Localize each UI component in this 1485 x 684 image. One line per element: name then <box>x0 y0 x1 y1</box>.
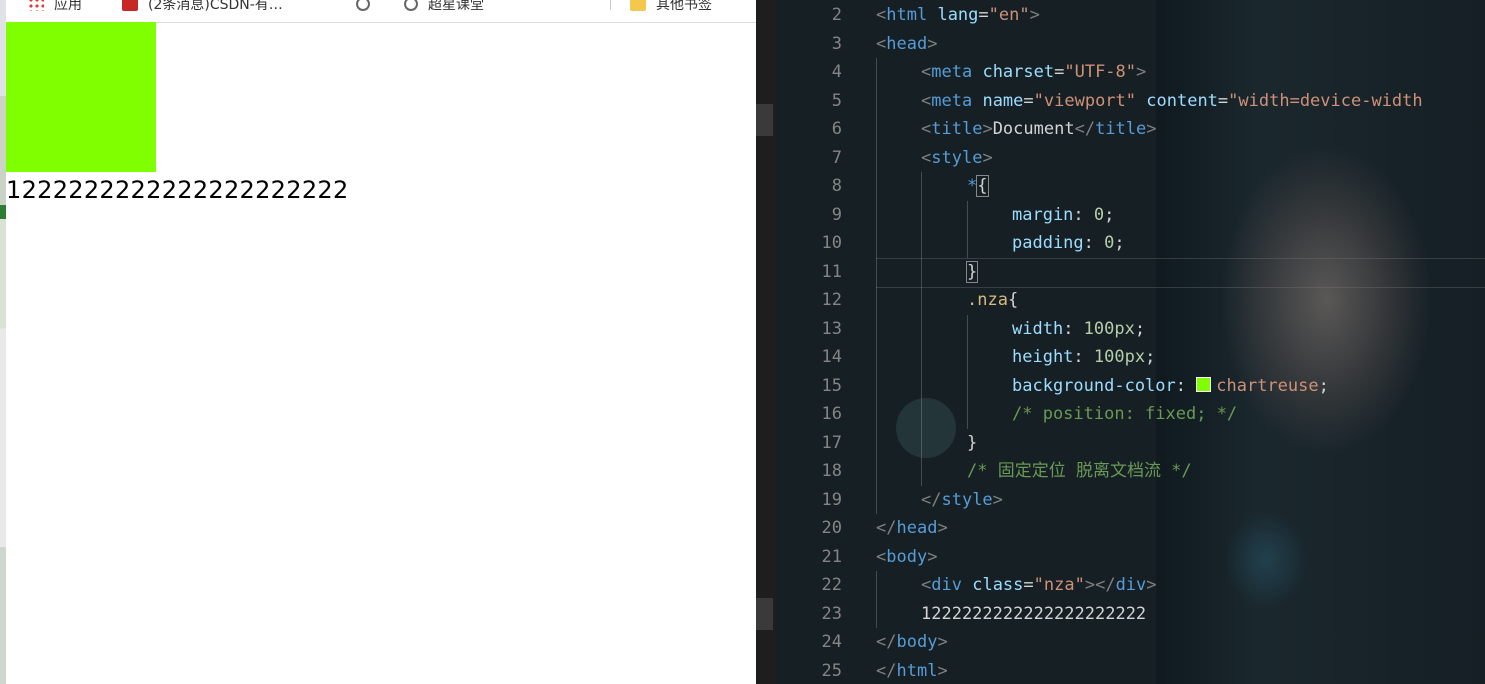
code-line: *{ <box>967 175 989 197</box>
bookmark-label: 其他书签 <box>656 0 712 13</box>
line-number: 2 <box>831 5 842 25</box>
line-number: 18 <box>821 461 842 481</box>
line-number: 9 <box>831 205 842 225</box>
bookmark-other[interactable]: 其他书签 <box>630 0 712 14</box>
globe-icon <box>404 0 418 11</box>
line-number: 24 <box>821 632 842 652</box>
globe-icon <box>356 0 370 11</box>
apps-grid-icon <box>28 0 44 11</box>
line-number: 5 <box>831 91 842 111</box>
bookmark-label: 应用 <box>54 0 82 13</box>
line-number: 15 <box>821 376 842 396</box>
code-line: <div class="nza"></div> <box>921 575 1157 595</box>
folder-icon <box>630 0 646 11</box>
line-number: 3 <box>831 34 842 54</box>
line-number: 13 <box>821 319 842 339</box>
line-number: 21 <box>821 547 842 567</box>
code-line: } <box>965 261 979 283</box>
gutter-marker <box>756 598 773 630</box>
color-swatch-icon[interactable] <box>1196 377 1212 392</box>
indent-guide <box>967 201 968 258</box>
page-content: 1222222222222222222222 <box>6 22 349 205</box>
line-number: 22 <box>821 575 842 595</box>
gutter-marker <box>756 104 773 136</box>
code-line: <meta charset="UTF-8"> <box>921 62 1147 82</box>
indent-guide <box>876 58 877 514</box>
code-line: height: 100px; <box>1012 347 1156 367</box>
code-line: </body> <box>876 632 948 652</box>
line-number: 12 <box>821 290 842 310</box>
code-line: </html> <box>876 661 948 681</box>
line-number: 11 <box>821 262 842 282</box>
csdn-logo-icon <box>122 0 138 11</box>
line-number: 14 <box>821 347 842 367</box>
code-line: <style> <box>921 148 993 168</box>
code-line: <title>Document</title> <box>921 119 1157 139</box>
indent-guide <box>921 172 922 486</box>
code-editor[interactable]: 2 3 4 5 6 7 8 9 10 11 12 13 14 15 16 17 … <box>756 0 1485 684</box>
line-number: 6 <box>831 119 842 139</box>
code-line: 1222222222222222222222 <box>921 604 1147 624</box>
code-line: } <box>967 433 978 453</box>
line-number: 23 <box>821 604 842 624</box>
line-number: 7 <box>831 148 842 168</box>
bookmark-globe[interactable] <box>356 0 380 14</box>
bookmark-csdn[interactable]: (2条消息)CSDN-有… <box>122 0 283 14</box>
code-line: width: 100px; <box>1012 319 1146 339</box>
bookmark-label: 超星课堂 <box>428 0 484 13</box>
indent-guide <box>876 571 877 628</box>
code-line: <html lang="en"> <box>876 5 1040 25</box>
code-line: margin: 0; <box>1012 205 1115 225</box>
code-line: /* position: fixed; */ <box>1012 404 1238 424</box>
code-line: <body> <box>876 547 938 567</box>
code-line: background-color: chartreuse; <box>1012 376 1329 396</box>
editor-background-bokeh <box>896 398 956 458</box>
browser-window: 应用 (2条消息)CSDN-有… 超星课堂 其他书签 1222222222222… <box>6 0 756 684</box>
code-line: padding: 0; <box>1012 233 1125 253</box>
code-line: /* 固定定位 脱离文档流 */ <box>967 461 1192 481</box>
editor-glyph-margin <box>756 0 776 684</box>
line-number: 17 <box>821 433 842 453</box>
line-number: 16 <box>821 404 842 424</box>
nza-box <box>6 22 156 172</box>
line-number: 4 <box>831 62 842 82</box>
code-line: <head> <box>876 34 938 54</box>
bookmark-chaoxing[interactable]: 超星课堂 <box>404 0 484 14</box>
line-number: 8 <box>831 176 842 196</box>
code-line: .nza{ <box>967 290 1019 310</box>
bookmark-apps[interactable]: 应用 <box>28 0 82 14</box>
bookmarks-divider <box>610 0 611 10</box>
line-number: 20 <box>821 518 842 538</box>
bookmark-label: (2条消息)CSDN-有… <box>148 0 283 13</box>
code-line: </style> <box>921 490 1003 510</box>
code-line: </head> <box>876 518 948 538</box>
bookmarks-bar: 应用 (2条消息)CSDN-有… 超星课堂 其他书签 <box>6 0 756 23</box>
line-number: 19 <box>821 490 842 510</box>
indent-guide <box>967 315 968 429</box>
code-line: <meta name="viewport" content="width=dev… <box>921 91 1423 111</box>
line-number: 10 <box>821 233 842 253</box>
page-text: 1222222222222222222222 <box>6 176 349 204</box>
line-number: 25 <box>821 661 842 681</box>
